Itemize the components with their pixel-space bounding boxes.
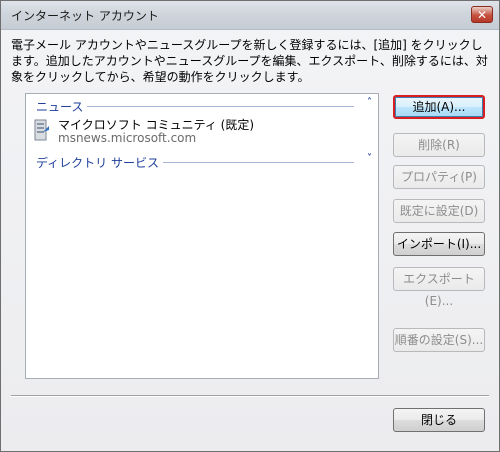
close-button[interactable]: 閉じる bbox=[393, 408, 485, 432]
close-window-button[interactable]: ✕ bbox=[471, 6, 493, 23]
internet-accounts-dialog: インターネット アカウント ✕ 電子メール アカウントやニュースグループを新しく… bbox=[0, 0, 500, 452]
list-item[interactable]: マイクロソフト コミュニティ (既定) msnews.microsoft.com bbox=[34, 116, 354, 150]
window-title: インターネット アカウント bbox=[11, 9, 159, 23]
group-header-directory[interactable]: ディレクトリ サービス ˅ bbox=[36, 153, 376, 171]
account-server: msnews.microsoft.com bbox=[58, 131, 197, 145]
group-header-news[interactable]: ニュース ˄ bbox=[36, 97, 376, 115]
group-label-directory: ディレクトリ サービス bbox=[36, 154, 163, 171]
news-server-icon bbox=[34, 118, 50, 142]
chevron-down-icon[interactable]: ˅ bbox=[367, 153, 372, 164]
add-button[interactable]: 追加(A)... bbox=[393, 95, 485, 119]
set-default-button[interactable]: 既定に設定(D) bbox=[393, 199, 485, 223]
chevron-up-icon[interactable]: ˄ bbox=[367, 97, 372, 108]
properties-button[interactable]: プロパティ(P) bbox=[393, 165, 485, 189]
export-button[interactable]: エクスポート(E)... bbox=[393, 267, 485, 308]
instruction-text: 電子メール アカウントやニュースグループを新しく登録するには、[追加] をクリッ… bbox=[11, 38, 488, 84]
footer-divider bbox=[11, 395, 489, 397]
title-bar[interactable]: インターネット アカウント ✕ bbox=[1, 1, 499, 30]
delete-button[interactable]: 削除(R) bbox=[393, 133, 485, 157]
import-button[interactable]: インポート(I)... bbox=[393, 232, 485, 256]
order-button[interactable]: 順番の設定(S)... bbox=[393, 328, 485, 352]
group-label-news: ニュース bbox=[36, 98, 88, 115]
account-list[interactable]: ニュース ˄ マイクロソフト コミュニティ (既定) msnews.micros… bbox=[25, 93, 379, 379]
